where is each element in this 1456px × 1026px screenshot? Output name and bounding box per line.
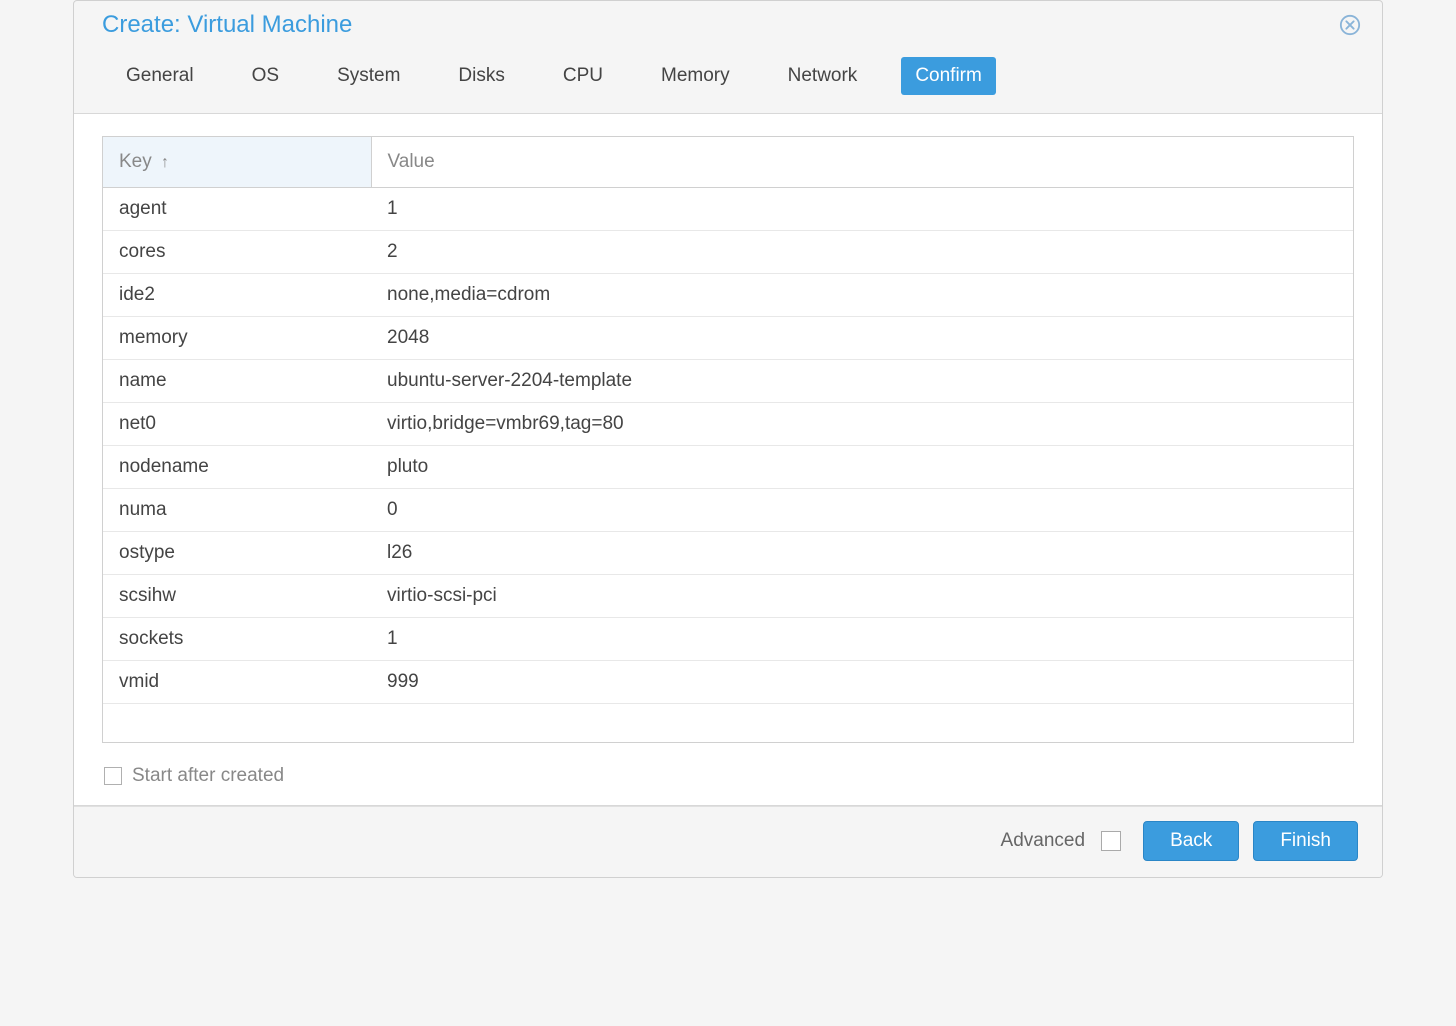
- cell-key: scsihw: [103, 575, 371, 618]
- table-row[interactable]: memory2048: [103, 317, 1353, 360]
- cell-value: ubuntu-server-2204-template: [371, 360, 1353, 403]
- table-row-empty: [103, 704, 1353, 742]
- column-header-key[interactable]: Key ↑: [103, 137, 371, 188]
- cell-value: 999: [371, 661, 1353, 704]
- cell-value: pluto: [371, 446, 1353, 489]
- tab-os[interactable]: OS: [238, 57, 293, 95]
- cell-key: cores: [103, 231, 371, 274]
- back-button[interactable]: Back: [1143, 821, 1239, 861]
- table-row[interactable]: nameubuntu-server-2204-template: [103, 360, 1353, 403]
- finish-button[interactable]: Finish: [1253, 821, 1358, 861]
- column-header-value[interactable]: Value: [371, 137, 1353, 188]
- tab-confirm[interactable]: Confirm: [901, 57, 996, 95]
- cell-value: virtio-scsi-pci: [371, 575, 1353, 618]
- wizard-tabs: General OS System Disks CPU Memory Netwo…: [74, 47, 1382, 113]
- table-row[interactable]: vmid999: [103, 661, 1353, 704]
- cell-key: nodename: [103, 446, 371, 489]
- tab-cpu[interactable]: CPU: [549, 57, 617, 95]
- dialog-footer: Advanced Back Finish: [74, 806, 1382, 877]
- close-icon: [1339, 14, 1361, 36]
- table-row[interactable]: nodenamepluto: [103, 446, 1353, 489]
- cell-key: memory: [103, 317, 371, 360]
- cell-key: ide2: [103, 274, 371, 317]
- start-after-created-checkbox[interactable]: [104, 767, 122, 785]
- cell-key: numa: [103, 489, 371, 532]
- table-row[interactable]: agent1: [103, 188, 1353, 231]
- table-row[interactable]: net0virtio,bridge=vmbr69,tag=80: [103, 403, 1353, 446]
- cell-key: agent: [103, 188, 371, 231]
- dialog-title: Create: Virtual Machine: [102, 11, 352, 39]
- cell-value: 2: [371, 231, 1353, 274]
- advanced-label: Advanced: [1001, 830, 1086, 852]
- cell-key: name: [103, 360, 371, 403]
- cell-value: virtio,bridge=vmbr69,tag=80: [371, 403, 1353, 446]
- tab-general[interactable]: General: [112, 57, 208, 95]
- tab-network[interactable]: Network: [774, 57, 872, 95]
- cell-key: vmid: [103, 661, 371, 704]
- dialog-header: Create: Virtual Machine: [74, 1, 1382, 47]
- tab-disks[interactable]: Disks: [444, 57, 518, 95]
- confirm-panel: Key ↑ Value agent1cores2ide2none,media=c…: [74, 113, 1382, 806]
- tab-memory[interactable]: Memory: [647, 57, 744, 95]
- cell-value: l26: [371, 532, 1353, 575]
- cell-key: sockets: [103, 618, 371, 661]
- table-row[interactable]: sockets1: [103, 618, 1353, 661]
- cell-key: net0: [103, 403, 371, 446]
- cell-value: 1: [371, 618, 1353, 661]
- sort-ascending-icon: ↑: [161, 154, 169, 171]
- table-row[interactable]: ostypel26: [103, 532, 1353, 575]
- cell-value: 1: [371, 188, 1353, 231]
- table-row[interactable]: numa0: [103, 489, 1353, 532]
- close-button[interactable]: [1338, 13, 1362, 37]
- create-vm-dialog: Create: Virtual Machine General OS Syste…: [73, 0, 1383, 878]
- cell-value: 0: [371, 489, 1353, 532]
- table-row[interactable]: ide2none,media=cdrom: [103, 274, 1353, 317]
- advanced-checkbox[interactable]: [1101, 831, 1121, 851]
- summary-table-container: Key ↑ Value agent1cores2ide2none,media=c…: [102, 136, 1354, 743]
- start-after-created-label: Start after created: [132, 765, 284, 787]
- summary-table: Key ↑ Value agent1cores2ide2none,media=c…: [103, 137, 1353, 742]
- table-row[interactable]: cores2: [103, 231, 1353, 274]
- tab-system[interactable]: System: [323, 57, 414, 95]
- cell-value: 2048: [371, 317, 1353, 360]
- cell-value: none,media=cdrom: [371, 274, 1353, 317]
- table-row[interactable]: scsihwvirtio-scsi-pci: [103, 575, 1353, 618]
- start-after-created-row: Start after created: [74, 757, 1382, 805]
- cell-key: ostype: [103, 532, 371, 575]
